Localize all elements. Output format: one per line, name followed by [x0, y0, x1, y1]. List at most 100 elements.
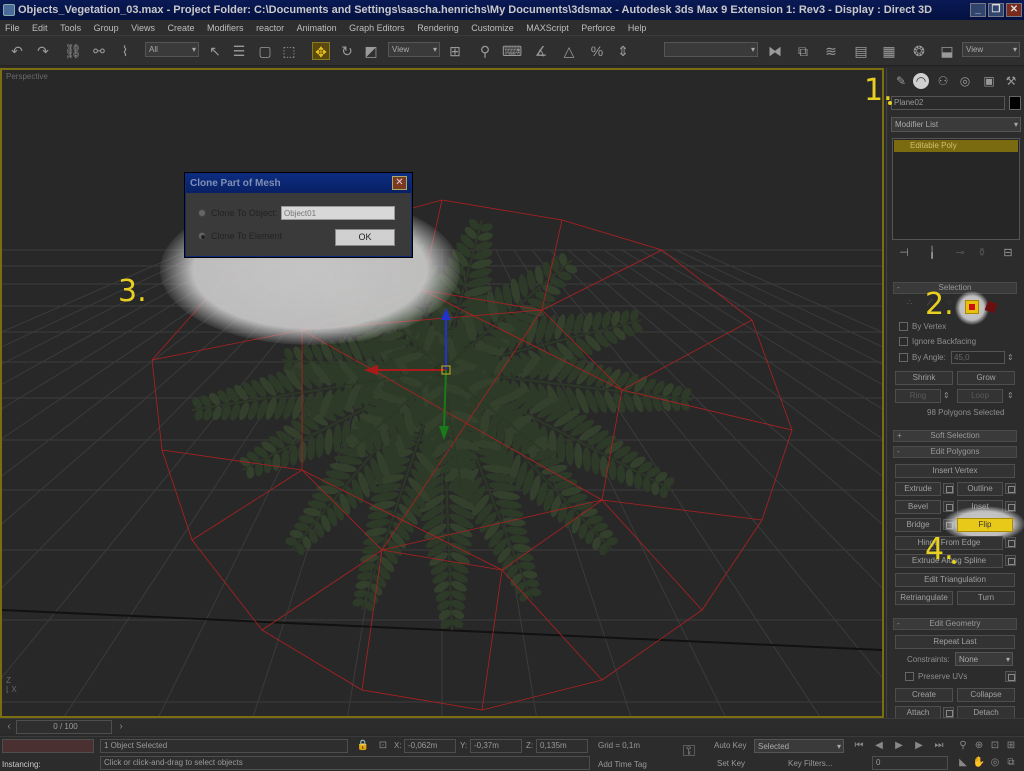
angle-spinner-icon[interactable]: ⇕ — [1007, 353, 1014, 363]
time-slider[interactable]: 0 / 100 — [16, 720, 112, 734]
close-button[interactable]: ✕ — [1006, 3, 1022, 17]
menu-create[interactable]: Create — [163, 20, 200, 36]
menu-maxscript[interactable]: MAXScript — [521, 20, 574, 36]
preserve-uvs-checkbox[interactable] — [905, 672, 914, 681]
edit-triangulation-button[interactable]: Edit Triangulation — [895, 573, 1015, 587]
object-color-swatch[interactable] — [1009, 96, 1021, 110]
object-name-field[interactable]: Plane02 — [891, 96, 1005, 110]
undo-icon[interactable]: ↶ — [8, 42, 26, 60]
select-object-icon[interactable]: ↖ — [206, 42, 224, 60]
rect-selection-icon[interactable]: ▢ — [256, 42, 274, 60]
bridge-button[interactable]: Bridge — [895, 518, 941, 532]
y-coord-field[interactable]: -0,37m — [470, 739, 522, 753]
retriangulate-button[interactable]: Retriangulate — [895, 591, 953, 605]
next-key-icon[interactable]: ▶ — [912, 739, 926, 753]
polygon-mode-icon[interactable] — [965, 300, 979, 314]
percent-snap-icon[interactable]: % — [588, 42, 606, 60]
hierarchy-tab-icon[interactable]: ⚇ — [935, 73, 951, 89]
modifier-list-dropdown[interactable]: Modifier List — [891, 117, 1021, 132]
constraints-dropdown[interactable]: None — [955, 652, 1013, 666]
set-key-button[interactable]: Set Key — [717, 758, 745, 770]
maximize-button[interactable]: ❐ — [988, 3, 1004, 17]
stack-item-editable-poly[interactable]: Editable Poly — [894, 140, 1018, 152]
zoom-extents-all-icon[interactable]: ⊞ — [1004, 739, 1018, 753]
perspective-viewport[interactable]: Perspective Z ⌊ X — [0, 68, 884, 718]
spinner-snap-icon[interactable]: ⇕ — [614, 42, 632, 60]
menu-modifiers[interactable]: Modifiers — [202, 20, 249, 36]
bevel-settings-icon[interactable] — [943, 501, 954, 512]
ring-spinner-icon[interactable]: ⇕ — [943, 391, 950, 401]
create-tab-icon[interactable]: ✎ — [893, 73, 909, 89]
field-of-view-icon[interactable]: ◣ — [956, 756, 970, 770]
absolute-mode-icon[interactable]: ⊡ — [376, 739, 390, 753]
outline-settings-icon[interactable] — [1005, 483, 1016, 494]
by-vertex-checkbox[interactable] — [899, 322, 908, 331]
x-coord-field[interactable]: -0,062m — [404, 739, 456, 753]
edit-geometry-rollout-header[interactable]: - Edit Geometry — [893, 618, 1017, 630]
clone-to-element-radio[interactable] — [198, 232, 206, 240]
curve-editor-icon[interactable]: ▤ — [852, 42, 870, 60]
repeat-last-button[interactable]: Repeat Last — [895, 635, 1015, 649]
create-button[interactable]: Create — [895, 688, 953, 702]
loop-spinner-icon[interactable]: ⇕ — [1007, 391, 1014, 401]
dialog-close-button[interactable]: ✕ — [392, 176, 407, 190]
add-time-tag[interactable]: Add Time Tag — [598, 759, 647, 771]
selection-filter-dropdown[interactable]: All — [145, 42, 199, 57]
menu-rendering[interactable]: Rendering — [412, 20, 464, 36]
maximize-viewport-icon[interactable]: ⧉ — [1004, 756, 1018, 770]
make-unique-icon[interactable]: ⊸ — [951, 244, 969, 262]
clone-to-object-radio[interactable] — [198, 209, 206, 217]
ok-button[interactable]: OK — [335, 229, 395, 246]
remove-modifier-icon[interactable]: ⚱ — [973, 244, 991, 262]
pivot-center-icon[interactable]: ⊞ — [446, 42, 464, 60]
zoom-icon[interactable]: ⚲ — [956, 739, 970, 753]
mirror-icon[interactable]: ⧓ — [766, 42, 784, 60]
display-tab-icon[interactable]: ▣ — [981, 73, 997, 89]
key-filters-button[interactable]: Key Filters... — [788, 758, 832, 770]
menu-reactor[interactable]: reactor — [251, 20, 289, 36]
reference-coord-dropdown[interactable]: View — [388, 42, 440, 57]
loop-button[interactable]: Loop — [957, 389, 1003, 403]
selection-rollout-header[interactable]: - Selection — [893, 282, 1017, 294]
menu-graph-editors[interactable]: Graph Editors — [344, 20, 410, 36]
pan-icon[interactable]: ✋ — [972, 756, 986, 770]
maxscript-listener[interactable] — [2, 739, 94, 753]
selection-lock-icon[interactable]: 🔒 — [356, 739, 370, 753]
orbit-icon[interactable]: ◎ — [988, 756, 1002, 770]
show-end-result-icon[interactable]: ╽ — [923, 244, 941, 262]
menu-tools[interactable]: Tools — [55, 20, 86, 36]
zoom-extents-icon[interactable]: ⊡ — [988, 739, 1002, 753]
scene-canvas[interactable] — [2, 70, 882, 716]
hinge-settings-icon[interactable] — [1005, 537, 1016, 548]
auto-key-button[interactable]: Auto Key — [714, 740, 746, 752]
next-frame-icon[interactable]: › — [114, 720, 128, 734]
extrude-button[interactable]: Extrude — [895, 482, 941, 496]
current-frame-field[interactable]: 0 — [872, 756, 948, 770]
material-editor-icon[interactable]: ❂ — [910, 42, 928, 60]
configure-sets-icon[interactable]: ⊟ — [999, 244, 1017, 262]
render-view-dropdown[interactable]: View — [962, 42, 1020, 57]
select-scale-icon[interactable]: ◩ — [362, 42, 380, 60]
preserve-uvs-settings-icon[interactable] — [1005, 671, 1016, 682]
play-icon[interactable]: ▶ — [892, 739, 906, 753]
vertex-mode-icon[interactable]: ∴ — [907, 298, 912, 308]
modify-tab-icon[interactable]: ◠ — [913, 73, 929, 89]
soft-selection-rollout-header[interactable]: + Soft Selection — [893, 430, 1017, 442]
ring-button[interactable]: Ring — [895, 389, 941, 403]
select-by-name-icon[interactable]: ☰ — [230, 42, 248, 60]
outline-button[interactable]: Outline — [957, 482, 1003, 496]
collapse-button[interactable]: Collapse — [957, 688, 1015, 702]
zoom-all-icon[interactable]: ⊕ — [972, 739, 986, 753]
ignore-backfacing-checkbox[interactable] — [899, 337, 908, 346]
redo-icon[interactable]: ↷ — [34, 42, 52, 60]
select-rotate-icon[interactable]: ↻ — [338, 42, 356, 60]
menu-customize[interactable]: Customize — [466, 20, 519, 36]
schematic-view-icon[interactable]: ▦ — [880, 42, 898, 60]
key-icon[interactable]: ⚿ — [682, 744, 696, 760]
menu-group[interactable]: Group — [89, 20, 124, 36]
flip-button[interactable]: Flip — [957, 518, 1013, 532]
menu-help[interactable]: Help — [623, 20, 652, 36]
bind-space-warp-icon[interactable]: ⌇ — [116, 42, 134, 60]
go-to-start-icon[interactable]: ⏮ — [852, 739, 866, 753]
pin-stack-icon[interactable]: ⊣ — [895, 244, 913, 262]
